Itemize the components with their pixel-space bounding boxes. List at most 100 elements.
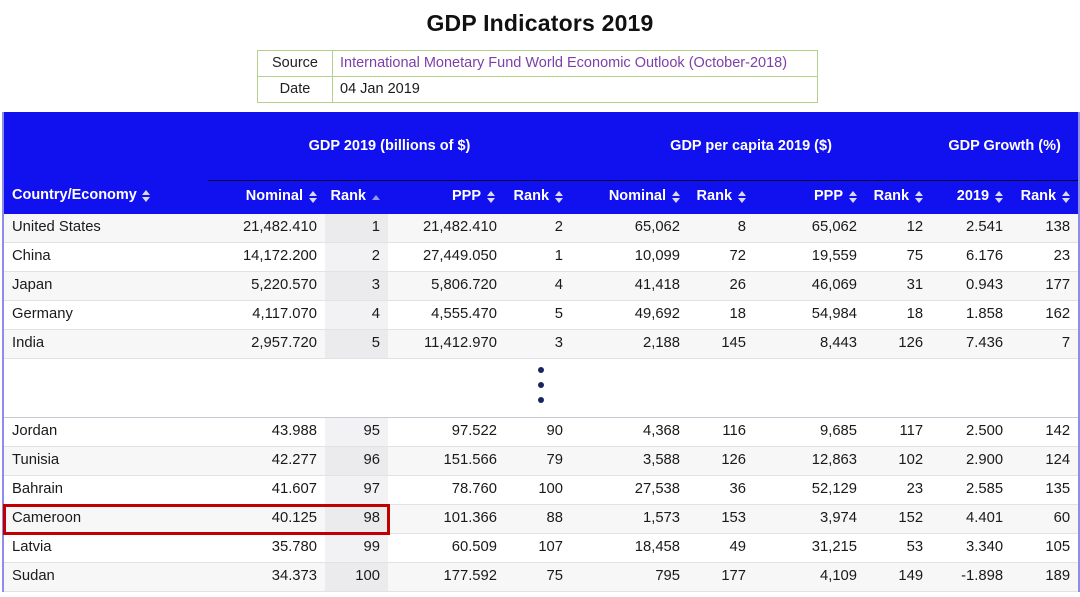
cell-pc-ppp-rank: 75: [865, 242, 932, 272]
sort-ascending-icon[interactable]: [371, 194, 380, 200]
sort-both-icon[interactable]: [142, 190, 151, 203]
cell-growth-rank: 162: [1011, 300, 1080, 330]
sort-both-icon[interactable]: [671, 191, 680, 204]
cell-gdp-ppp: 21,482.410: [388, 214, 505, 243]
cell-growth-rank: 135: [1011, 475, 1080, 505]
sort-both-icon[interactable]: [1061, 191, 1070, 204]
cell-growth: 2.585: [931, 475, 1012, 505]
cell-country: United States: [3, 214, 208, 243]
meta-date-label: Date: [257, 76, 333, 103]
cell-growth-rank: 23: [1011, 242, 1080, 272]
cell-country: Japan: [3, 271, 208, 301]
cell-pc-nominal-rank: 36: [688, 475, 755, 505]
cell-growth: -1.898: [931, 562, 1012, 592]
gdp-indicators-table: Country/Economy GDP 2019 (billions of $)…: [2, 112, 1080, 592]
table-row[interactable]: Jordan 43.988 95 97.522 90 4,368 116 9,6…: [3, 417, 1080, 447]
table-row[interactable]: Germany 4,117.070 4 4,555.470 5 49,692 1…: [3, 300, 1080, 330]
cell-gdp-nominal: 41.607: [208, 475, 325, 505]
cell-gdp-ppp: 151.566: [388, 446, 505, 476]
cell-growth-rank: 189: [1011, 562, 1080, 592]
col-header-gdp-nominal-rank[interactable]: Rank: [325, 180, 388, 214]
cell-gdp-nominal: 14,172.200: [208, 242, 325, 272]
table-row[interactable]: Tunisia 42.277 96 151.566 79 3,588 126 1…: [3, 446, 1080, 476]
rows-truncated-separator: [3, 358, 1080, 418]
cell-gdp-nominal: 35.780: [208, 533, 325, 563]
table-row-highlighted[interactable]: Cameroon 40.125 98 101.366 88 1,573 153 …: [3, 504, 1080, 534]
cell-gdp-ppp-rank: 107: [505, 533, 572, 563]
cell-gdp-nominal: 43.988: [208, 417, 325, 447]
sort-both-icon[interactable]: [737, 191, 746, 204]
source-meta-container: Source International Monetary Fund World…: [0, 50, 1080, 103]
cell-gdp-nominal-rank: 96: [325, 446, 388, 476]
cell-pc-ppp: 52,129: [754, 475, 866, 505]
col-header-growth-2019[interactable]: 2019: [931, 180, 1012, 214]
cell-pc-ppp: 4,109: [754, 562, 866, 592]
cell-gdp-nominal-rank: 1: [325, 214, 388, 243]
table-row[interactable]: China 14,172.200 2 27,449.050 1 10,099 7…: [3, 242, 1080, 272]
cell-pc-nominal: 795: [571, 562, 689, 592]
col-header-pc-nominal[interactable]: Nominal: [571, 180, 689, 214]
cell-pc-nominal-rank: 177: [688, 562, 755, 592]
cell-country: Jordan: [3, 417, 208, 447]
meta-source-value[interactable]: International Monetary Fund World Econom…: [332, 50, 818, 77]
cell-gdp-nominal: 34.373: [208, 562, 325, 592]
cell-growth-rank: 138: [1011, 214, 1080, 243]
cell-pc-ppp: 65,062: [754, 214, 866, 243]
sort-both-icon[interactable]: [486, 191, 495, 204]
cell-pc-nominal: 1,573: [571, 504, 689, 534]
cell-growth: 2.541: [931, 214, 1012, 243]
col-header-pc-nominal-rank[interactable]: Rank: [688, 180, 755, 214]
cell-pc-nominal: 3,588: [571, 446, 689, 476]
col-header-pc-ppp[interactable]: PPP: [754, 180, 866, 214]
sort-both-icon[interactable]: [554, 191, 563, 204]
sort-both-icon[interactable]: [994, 191, 1003, 204]
cell-gdp-ppp-rank: 1: [505, 242, 572, 272]
col-header-pc-nominal-rank-label: Rank: [696, 188, 733, 204]
cell-gdp-nominal-rank: 100: [325, 562, 388, 592]
cell-gdp-nominal: 21,482.410: [208, 214, 325, 243]
col-header-gdp-ppp-rank[interactable]: Rank: [505, 180, 572, 214]
col-header-pc-ppp-rank-label: Rank: [873, 188, 910, 204]
cell-growth: 0.943: [931, 271, 1012, 301]
source-meta-table: Source International Monetary Fund World…: [257, 50, 818, 103]
cell-gdp-ppp-rank: 79: [505, 446, 572, 476]
cell-gdp-nominal: 40.125: [208, 504, 325, 534]
cell-growth: 6.176: [931, 242, 1012, 272]
table-row[interactable]: United States 21,482.410 1 21,482.410 2 …: [3, 214, 1080, 243]
cell-country: China: [3, 242, 208, 272]
cell-gdp-ppp: 4,555.470: [388, 300, 505, 330]
cell-pc-nominal: 18,458: [571, 533, 689, 563]
cell-gdp-nominal-rank: 97: [325, 475, 388, 505]
cell-growth: 2.500: [931, 417, 1012, 447]
cell-country: Latvia: [3, 533, 208, 563]
cell-pc-nominal-rank: 153: [688, 504, 755, 534]
cell-gdp-ppp: 177.592: [388, 562, 505, 592]
table-row[interactable]: Bahrain 41.607 97 78.760 100 27,538 36 5…: [3, 475, 1080, 505]
col-header-pc-ppp-rank[interactable]: Rank: [865, 180, 932, 214]
sort-both-icon[interactable]: [914, 191, 923, 204]
cell-pc-ppp-rank: 18: [865, 300, 932, 330]
col-header-gdp-nominal[interactable]: Nominal: [208, 180, 325, 214]
cell-gdp-ppp: 27,449.050: [388, 242, 505, 272]
col-header-gdp-ppp[interactable]: PPP: [388, 180, 505, 214]
table-body: United States 21,482.410 1 21,482.410 2 …: [3, 214, 1080, 592]
cell-pc-nominal: 10,099: [571, 242, 689, 272]
sort-both-icon[interactable]: [848, 191, 857, 204]
page-title: GDP Indicators 2019: [426, 10, 654, 36]
sort-both-icon[interactable]: [308, 191, 317, 204]
cell-growth: 3.340: [931, 533, 1012, 563]
table-row[interactable]: Sudan 34.373 100 177.592 75 795 177 4,10…: [3, 562, 1080, 592]
cell-pc-ppp: 31,215: [754, 533, 866, 563]
table-row[interactable]: Latvia 35.780 99 60.509 107 18,458 49 31…: [3, 533, 1080, 563]
cell-pc-ppp-rank: 126: [865, 329, 932, 359]
col-header-pc-ppp-label: PPP: [814, 188, 844, 204]
col-header-pc-nominal-label: Nominal: [608, 188, 667, 204]
cell-pc-nominal-rank: 8: [688, 214, 755, 243]
table-row[interactable]: India 2,957.720 5 11,412.970 3 2,188 145…: [3, 329, 1080, 359]
cell-gdp-ppp: 101.366: [388, 504, 505, 534]
col-header-growth-rank[interactable]: Rank: [1011, 180, 1080, 214]
col-header-country[interactable]: Country/Economy: [3, 112, 208, 214]
cell-gdp-nominal-rank: 98: [325, 504, 388, 534]
table-row[interactable]: Japan 5,220.570 3 5,806.720 4 41,418 26 …: [3, 271, 1080, 301]
meta-date-value: 04 Jan 2019: [332, 76, 818, 103]
